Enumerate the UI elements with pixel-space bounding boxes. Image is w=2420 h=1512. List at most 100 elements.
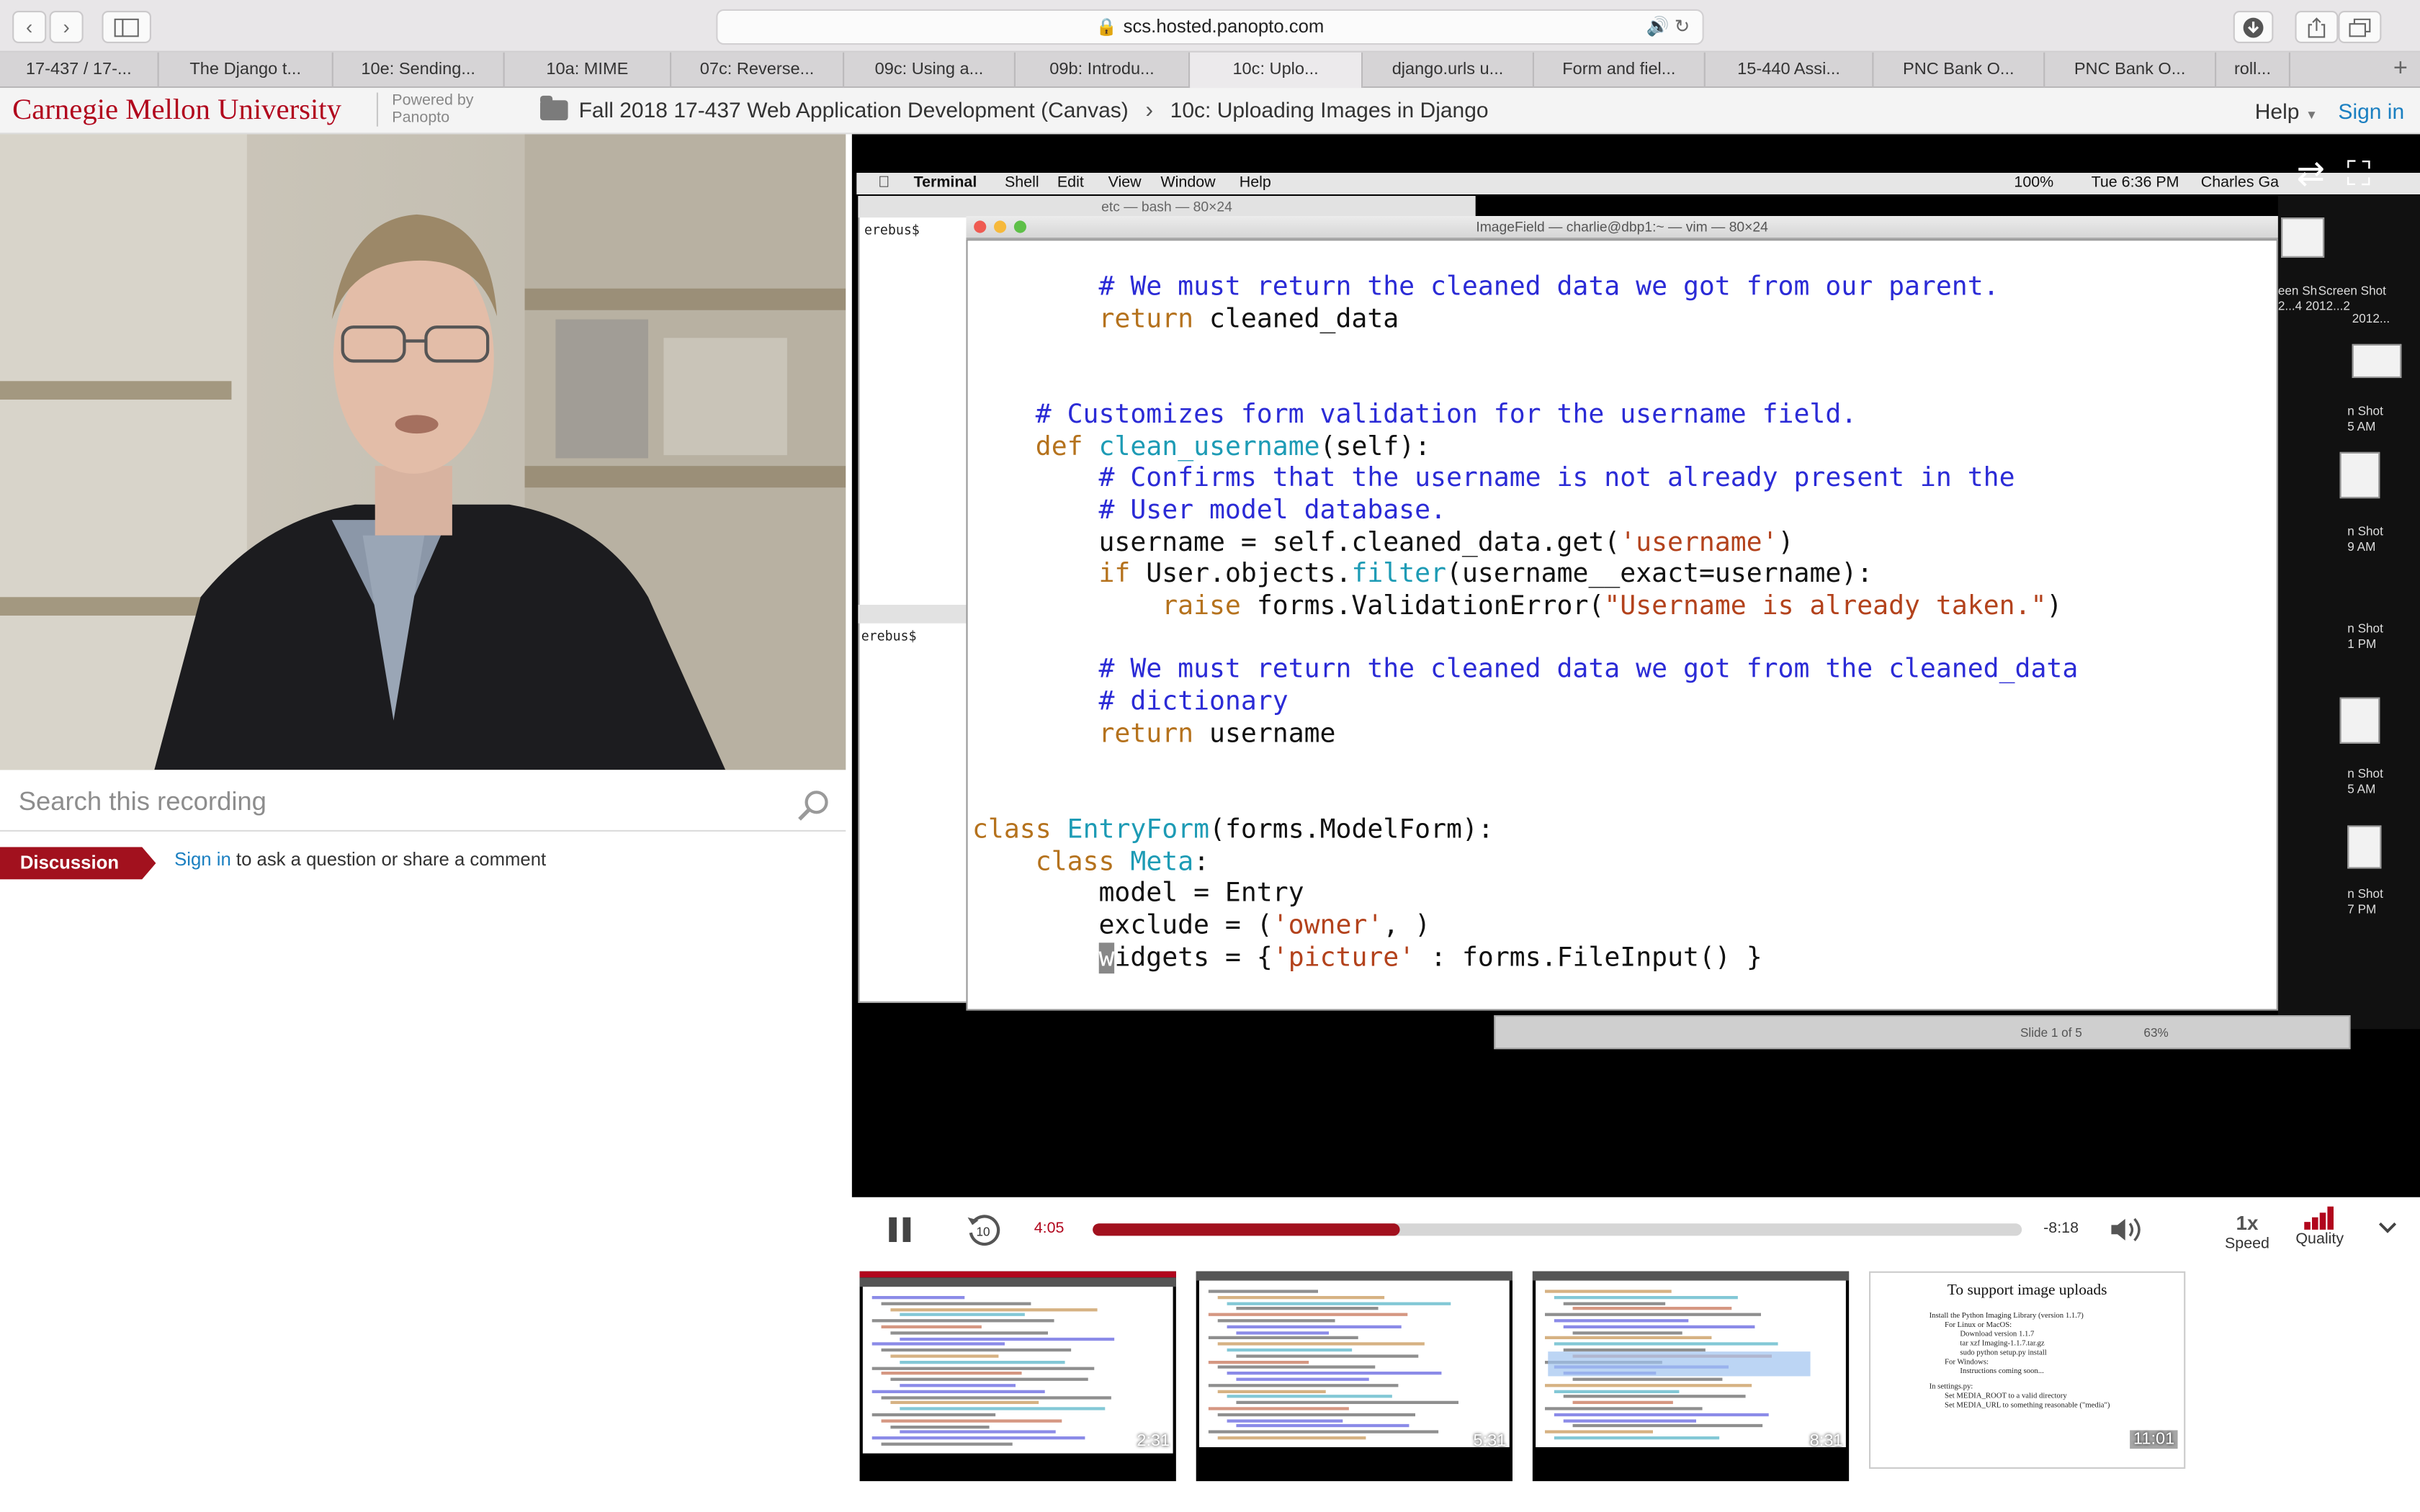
powered-by-panopto[interactable]: Powered by Panopto bbox=[376, 92, 474, 127]
new-tab-icon[interactable]: + bbox=[2393, 53, 2408, 86]
browser-tab[interactable]: Form and fiel... bbox=[1534, 52, 1706, 89]
rewind-10-icon[interactable]: 10 bbox=[964, 1211, 1001, 1248]
seek-bar[interactable] bbox=[1093, 1223, 2022, 1236]
thumbnail-time: 11:01 bbox=[2130, 1430, 2178, 1449]
audio-playing-icon[interactable]: 🔊 bbox=[1646, 15, 1670, 37]
search-input[interactable] bbox=[18, 786, 775, 818]
forward-button[interactable]: › bbox=[49, 11, 84, 43]
code-line: # We must return the cleaned data we got… bbox=[1098, 654, 2079, 686]
swap-layout-icon[interactable]: ⇄ bbox=[2297, 154, 2326, 193]
desktop-file-label: 2...4 2012...2 bbox=[2277, 299, 2350, 313]
close-icon bbox=[974, 220, 987, 233]
discussion-sign-in-link[interactable]: Sign in bbox=[174, 849, 231, 870]
browser-tab[interactable]: 17-437 / 17-... bbox=[0, 52, 159, 89]
reload-icon[interactable]: ↻ bbox=[1675, 15, 1690, 37]
thumbnail-code-line bbox=[1563, 1301, 1666, 1305]
desktop-file-label: n Shot bbox=[2347, 767, 2383, 781]
browser-tab[interactable]: 07c: Reverse... bbox=[671, 52, 845, 89]
code-line: username = self.cleaned_data.get('userna… bbox=[972, 527, 1794, 558]
presentation-status-bar: Slide 1 of 5 63% bbox=[1494, 1015, 2351, 1050]
downloads-button[interactable] bbox=[2233, 11, 2274, 43]
code-line: model = Entry bbox=[1098, 878, 1304, 909]
thumbnail-code-line bbox=[900, 1360, 1065, 1364]
mac-menubar:  Terminal Shell Edit View Window Help 1… bbox=[856, 173, 2420, 194]
thumbnail-2[interactable]: 5:31 bbox=[1196, 1271, 1512, 1482]
thumbnail-code-line bbox=[1545, 1430, 1653, 1434]
slide-bullet: Instructions coming soon... bbox=[1960, 1368, 2044, 1377]
code-line: # Confirms that the username is not alre… bbox=[1098, 463, 2015, 495]
code-line: raise forms.ValidationError("Username is… bbox=[1162, 590, 2063, 622]
thumbnail-time: 8:31 bbox=[1809, 1431, 1843, 1451]
thumbnail-code-line bbox=[890, 1425, 990, 1428]
thumbnail-3[interactable]: 8:31 bbox=[1532, 1271, 1850, 1482]
desktop-file-icon bbox=[2352, 343, 2402, 378]
address-bar[interactable]: 🔒 scs.hosted.panopto.com 🔊 ↻ bbox=[716, 9, 1704, 45]
browser-tab[interactable]: 10a: MIME bbox=[505, 52, 672, 89]
browser-tab[interactable]: PNC Bank O... bbox=[2045, 52, 2217, 89]
thumbnail-code-line bbox=[881, 1325, 982, 1328]
thumbnail-code-line bbox=[1227, 1395, 1392, 1399]
menubar-clock: Tue 6:36 PM bbox=[2091, 174, 2179, 192]
code-line: # dictionary bbox=[1098, 686, 1289, 718]
university-logo[interactable]: Carnegie Mellon University bbox=[12, 94, 341, 128]
share-button[interactable] bbox=[2295, 11, 2339, 43]
thumbnail-code-line bbox=[1236, 1331, 1329, 1334]
thumbnail-code-line bbox=[1217, 1295, 1385, 1299]
thumbnail-menubar bbox=[1532, 1271, 1850, 1281]
quality-control[interactable]: Quality bbox=[2293, 1206, 2346, 1248]
presenter-video-frame bbox=[0, 134, 846, 770]
breadcrumb-folder-link[interactable]: Fall 2018 17-437 Web Application Develop… bbox=[579, 97, 1129, 122]
back-button[interactable]: ‹ bbox=[12, 11, 47, 43]
thumbnail-code-line bbox=[881, 1349, 1072, 1352]
speed-control[interactable]: 1x Speed bbox=[2223, 1211, 2272, 1253]
discussion-tab-label: Discussion bbox=[19, 851, 120, 873]
menubar-help: Help bbox=[1239, 174, 1271, 192]
code-listing: # We must return the cleaned data we got… bbox=[972, 271, 2078, 974]
browser-tab[interactable]: roll... bbox=[2216, 52, 2290, 89]
slide-bullet: In settings.py: bbox=[1929, 1384, 1973, 1392]
thumbnail-slide[interactable]: To support image uploads Install the Pyt… bbox=[1869, 1271, 2186, 1469]
powered-by-text: Powered by bbox=[392, 92, 474, 110]
sidebar-toggle-button[interactable] bbox=[102, 11, 151, 43]
browser-tab[interactable]: 10e: Sending... bbox=[333, 52, 505, 89]
browser-tab[interactable]: django.urls u... bbox=[1363, 52, 1534, 89]
desktop-file-label: 7 PM bbox=[2347, 902, 2377, 917]
browser-toolbar: ‹ › 🔒 scs.hosted.panopto.com 🔊 ↻ bbox=[0, 0, 2420, 53]
thumbnail-code-line bbox=[1208, 1383, 1399, 1387]
terminal-title: etc — bash — 80×24 bbox=[858, 196, 1476, 218]
fullscreen-icon[interactable]: ⛶ bbox=[2347, 154, 2370, 193]
chevron-down-icon[interactable] bbox=[2377, 1218, 2398, 1239]
thumbnail-1[interactable]: 2:31 bbox=[859, 1271, 1176, 1482]
vim-editor: # We must return the cleaned data we got… bbox=[966, 239, 2278, 1011]
thumbnail-code-line bbox=[881, 1302, 1031, 1305]
code-line: class EntryForm(forms.ModelForm): bbox=[972, 814, 1494, 846]
thumbnail-code-line bbox=[881, 1395, 1111, 1399]
search-icon[interactable] bbox=[797, 788, 830, 822]
session-title: 10c: Uploading Images in Django bbox=[1170, 97, 1489, 122]
desktop-file-label: n Shot bbox=[2347, 404, 2383, 418]
browser-tab[interactable]: 15-440 Assi... bbox=[1706, 52, 1874, 89]
thumbnail-menubar bbox=[1196, 1271, 1512, 1281]
header-sign-in-link[interactable]: Sign in bbox=[2338, 99, 2404, 123]
desktop-file-label: 2012... bbox=[2352, 311, 2390, 326]
pause-icon[interactable] bbox=[887, 1217, 913, 1242]
webcam-video[interactable] bbox=[0, 134, 846, 770]
thumbnail-code-line bbox=[1554, 1295, 1738, 1299]
browser-tab[interactable]: 10c: Uplo... bbox=[1190, 52, 1363, 89]
terminal-prompt: erebus$ bbox=[864, 223, 920, 240]
thumbnail-code-line bbox=[871, 1366, 1095, 1369]
slide-bullet: sudo python setup.py install bbox=[1960, 1350, 2047, 1358]
help-menu[interactable]: Help ▼ bbox=[2255, 99, 2318, 123]
lock-icon: 🔒 bbox=[1095, 18, 1118, 37]
thumbnail-code-line bbox=[1236, 1354, 1419, 1358]
code-line: return cleaned_data bbox=[1098, 303, 1399, 335]
tabs-overview-button[interactable] bbox=[2338, 11, 2382, 43]
browser-tab[interactable]: PNC Bank O... bbox=[1873, 52, 2045, 89]
volume-icon[interactable] bbox=[2108, 1214, 2142, 1245]
thumbnail-code-line bbox=[881, 1372, 1022, 1376]
desktop-file-label: n Shot bbox=[2347, 524, 2383, 539]
browser-tab[interactable]: The Django t... bbox=[159, 52, 333, 89]
thumbnail-menubar bbox=[859, 1277, 1176, 1287]
browser-tab[interactable]: 09c: Using a... bbox=[844, 52, 1016, 89]
browser-tab[interactable]: 09b: Introdu... bbox=[1016, 52, 1191, 89]
